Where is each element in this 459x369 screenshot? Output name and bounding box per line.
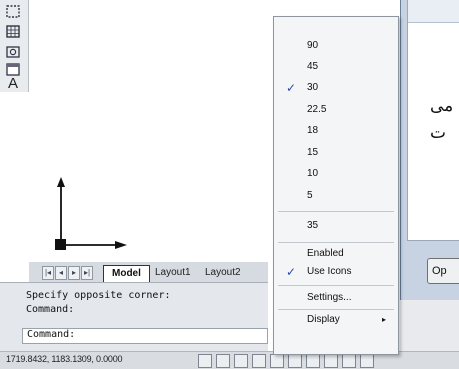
quick-properties-icon[interactable] (360, 354, 374, 368)
menu-separator (278, 309, 394, 310)
dyn-input-icon[interactable] (324, 354, 338, 368)
menu-item-angle-10[interactable]: 10 (274, 165, 398, 183)
menu-item-label: 15 (307, 147, 319, 158)
drawing-canvas[interactable] (29, 0, 268, 262)
submenu-arrow-icon: ▸ (381, 315, 386, 324)
menu-separator (278, 211, 394, 212)
dialog-window: Op (400, 0, 459, 300)
menu-item-label: 30 (307, 82, 319, 93)
menu-item-use-icons[interactable]: ✓ Use Icons (274, 263, 398, 281)
snap-mode-icon[interactable] (198, 354, 212, 368)
tab-layout2[interactable]: Layout2 (197, 265, 249, 281)
text-icon[interactable]: A (5, 76, 21, 91)
otrack-icon[interactable] (288, 354, 302, 368)
ucs-axis-icon (49, 175, 159, 253)
region-icon[interactable] (5, 4, 21, 19)
menu-item-angle-30[interactable]: ✓ 30 (274, 79, 398, 97)
menu-item-angle-22-5[interactable]: 22.5 (274, 101, 398, 119)
menu-item-enabled[interactable]: Enabled (274, 245, 398, 263)
menu-item-angle-18[interactable]: 18 (274, 122, 398, 140)
menu-item-label: Settings... (307, 292, 352, 303)
lineweight-icon[interactable] (342, 354, 356, 368)
menu-separator (278, 285, 394, 286)
menu-item-settings[interactable]: Settings... (274, 289, 398, 307)
check-icon: ✓ (286, 81, 297, 95)
menu-item-angle-35[interactable]: 35 (274, 217, 398, 235)
polar-tracking-icon[interactable] (252, 354, 266, 368)
grid-display-icon[interactable] (216, 354, 230, 368)
menu-item-label: 22.5 (307, 104, 327, 115)
command-window: Specify opposite corner: Command: Comman… (0, 282, 268, 352)
menu-item-angle-90[interactable]: 90 (274, 37, 398, 55)
osnap-icon[interactable] (270, 354, 284, 368)
menu-item-label: 10 (307, 168, 319, 179)
command-prompt: Command: (27, 329, 76, 340)
left-toolbar: A (0, 0, 29, 92)
dialog-ok-button[interactable]: Op (427, 258, 459, 284)
dialog-rtl-text-1: می (430, 96, 454, 116)
table-grid-icon[interactable] (5, 24, 21, 39)
dialog-rtl-text-2: ت (430, 123, 447, 143)
menu-item-label: 35 (307, 220, 319, 231)
menu-item-label: 5 (307, 190, 313, 201)
command-history-line-2: Command: (26, 304, 75, 315)
menu-separator (278, 242, 394, 243)
menu-item-label: 18 (307, 125, 319, 136)
menu-item-label: 90 (307, 40, 319, 51)
command-history-line-1: Specify opposite corner: (26, 290, 171, 301)
tab-layout1[interactable]: Layout1 (147, 265, 199, 281)
tab-model[interactable]: Model (103, 265, 150, 282)
tab-nav-prev[interactable]: ◂ (55, 266, 67, 280)
menu-item-label: Use Icons (307, 266, 352, 277)
menu-item-label: 45 (307, 61, 319, 72)
command-input[interactable]: Command: (22, 328, 268, 344)
menu-item-display[interactable]: Display ▸ (274, 311, 398, 329)
tab-nav-last[interactable]: ▸| (81, 266, 93, 280)
ducs-icon[interactable] (306, 354, 320, 368)
dialog-content (407, 0, 459, 241)
layout-tab-bar: |◂ ◂ ▸ ▸| Model Layout1 Layout2 (29, 262, 268, 282)
check-icon: ✓ (286, 265, 297, 279)
menu-item-label: Enabled (307, 248, 344, 259)
tab-nav-next[interactable]: ▸ (68, 266, 80, 280)
coordinate-readout: 1719.8432, 1183.1309, 0.0000 (6, 354, 123, 364)
menu-item-angle-5[interactable]: 5 (274, 187, 398, 205)
menu-item-angle-45[interactable]: 45 (274, 58, 398, 76)
polar-tracking-context-menu: 90 45 ✓ 30 22.5 18 15 10 5 35 Enabled ✓ … (273, 16, 399, 355)
dialog-bottom-area (400, 300, 459, 351)
camera-icon[interactable] (5, 44, 21, 59)
ortho-mode-icon[interactable] (234, 354, 248, 368)
menu-item-angle-15[interactable]: 15 (274, 144, 398, 162)
menu-item-label: Display (307, 314, 340, 325)
dialog-top-panel (408, 0, 459, 23)
tab-nav-first[interactable]: |◂ (42, 266, 54, 280)
